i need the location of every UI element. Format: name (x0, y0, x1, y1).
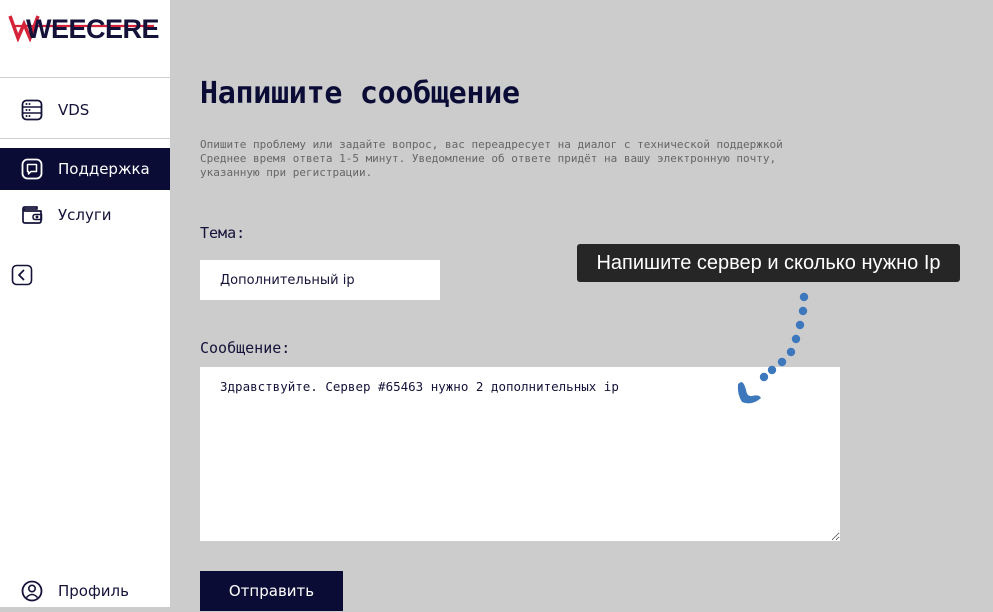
sidebar-divider (0, 77, 170, 78)
annotation-arrow-icon (737, 292, 809, 404)
chat-icon (21, 158, 43, 180)
sidebar-item-label: VDS (58, 101, 90, 119)
topic-label: Тема: (200, 224, 246, 242)
wallet-icon (21, 204, 43, 226)
sidebar-divider (0, 138, 170, 139)
description-text: Среднее время ответа 1-5 минут. Уведомле… (200, 152, 777, 179)
sidebar: WEECERE VDS Поддержка Услуги Профиль (0, 0, 170, 607)
chevron-left-icon (11, 264, 33, 286)
annotation-callout: Напишите сервер и сколько нужно Ip (577, 244, 960, 282)
logo[interactable]: WEECERE (8, 6, 160, 44)
user-icon (21, 580, 43, 602)
description-text: Опишите проблему или задайте вопрос, вас… (200, 138, 783, 151)
logo-text: WEECERE (26, 14, 160, 44)
sidebar-item-label: Профиль (58, 582, 129, 600)
sidebar-item-label: Поддержка (58, 160, 150, 178)
sidebar-item-label: Услуги (58, 206, 112, 224)
message-label: Сообщение: (200, 339, 291, 357)
server-icon (21, 99, 43, 121)
sidebar-item-support[interactable]: Поддержка (0, 148, 170, 190)
send-button[interactable]: Отправить (200, 571, 343, 611)
page-title: Напишите сообщение (200, 76, 520, 111)
page-description: Опишите проблему или задайте вопрос, вас… (200, 138, 800, 180)
sidebar-item-services[interactable]: Услуги (0, 194, 170, 236)
topic-input[interactable] (200, 260, 440, 300)
sidebar-item-profile[interactable]: Профиль (0, 570, 170, 612)
sidebar-item-vds[interactable]: VDS (0, 89, 170, 131)
collapse-sidebar-button[interactable] (11, 264, 33, 286)
